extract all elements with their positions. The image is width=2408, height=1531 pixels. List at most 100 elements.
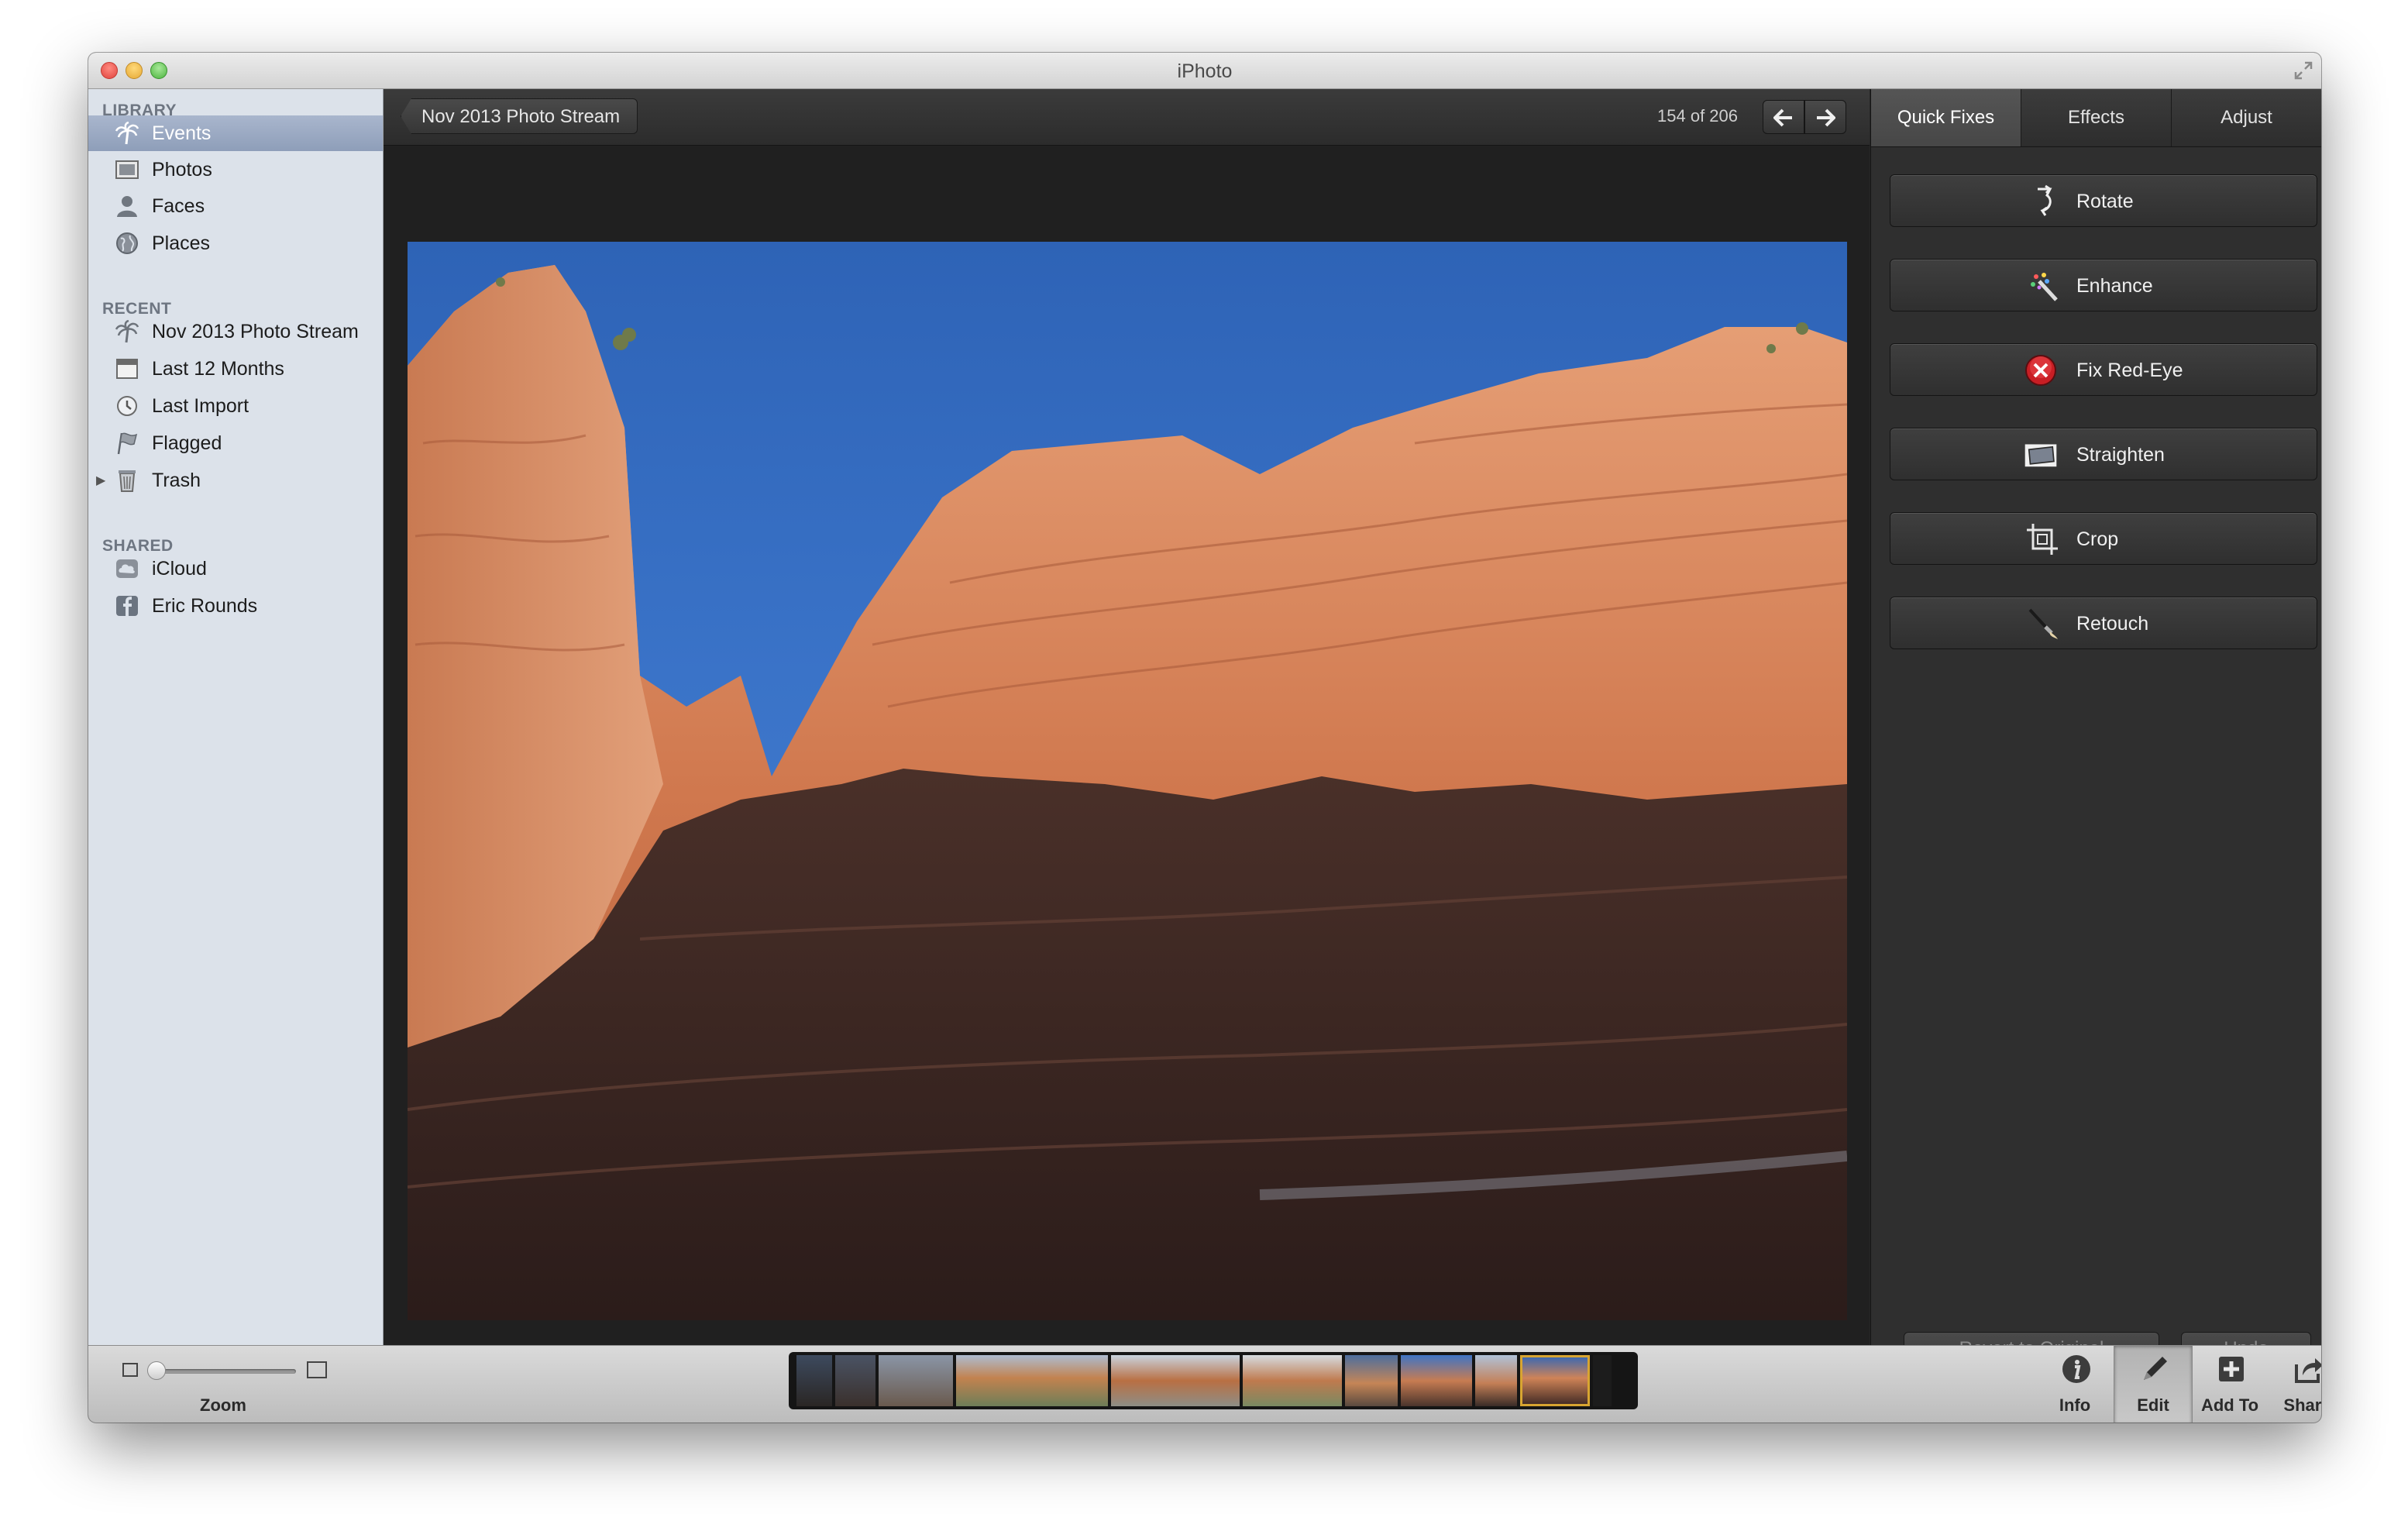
zoom-in-icon[interactable]	[307, 1361, 327, 1378]
sidebar-item-nov-2013-photo-stream[interactable]: Nov 2013 Photo Stream	[88, 314, 383, 349]
filmstrip[interactable]	[789, 1352, 1638, 1409]
edit-button[interactable]: Edit	[2114, 1346, 2193, 1423]
sidebar-item-label: Places	[152, 232, 211, 254]
photo-navigation	[1763, 100, 1846, 134]
window-title: iPhoto	[1177, 60, 1233, 82]
sidebar-item-last-12-months[interactable]: Last 12 Months	[88, 351, 383, 387]
pencil-icon	[2144, 1357, 2167, 1380]
filmstrip-thumbnail[interactable]	[1401, 1355, 1472, 1406]
tab-adjust[interactable]: Adjust	[2172, 89, 2321, 146]
sidebar-item-label: Last 12 Months	[152, 358, 284, 380]
filmstrip-thumbnail[interactable]	[796, 1355, 832, 1406]
arrow-left-icon	[1773, 108, 1792, 127]
trash-icon	[119, 470, 136, 492]
fix-label: Rotate	[2076, 191, 2134, 212]
tab-quick-fixes[interactable]: Quick Fixes	[1871, 89, 2021, 146]
palm-tree-icon	[115, 122, 139, 145]
photo-viewer: Nov 2013 Photo Stream 154 of 206	[384, 89, 1870, 1345]
crop-icon	[2027, 524, 2058, 555]
sidebar-item-label: Flagged	[152, 432, 222, 454]
sidebar-item-places[interactable]: Places	[88, 225, 383, 261]
arrow-right-icon	[1817, 108, 1835, 127]
next-photo-button[interactable]	[1804, 100, 1846, 134]
sidebar-item-label: iCloud	[152, 558, 207, 580]
filmstrip-thumbnail[interactable]	[879, 1355, 953, 1406]
straighten-icon	[2024, 444, 2057, 467]
back-to-event-button[interactable]: Nov 2013 Photo Stream	[401, 98, 638, 134]
sidebar-item-events[interactable]: Events	[88, 115, 383, 151]
brush-icon	[2028, 608, 2058, 639]
sidebar-item-label: Eric Rounds	[152, 595, 258, 617]
clock-icon	[117, 396, 137, 416]
sidebar-item-label: Photos	[152, 159, 212, 181]
crop-button[interactable]: Crop	[1890, 512, 2317, 565]
sidebar-item-label: Faces	[152, 195, 205, 217]
tab-effects[interactable]: Effects	[2021, 89, 2172, 146]
person-icon	[117, 196, 137, 217]
photo-frame-icon	[115, 160, 139, 179]
enhance-button[interactable]: Enhance	[1890, 259, 2317, 311]
info-button[interactable]: Info	[2036, 1346, 2114, 1423]
edit-tabs: Quick Fixes Effects Adjust	[1871, 89, 2321, 147]
filmstrip-thumbnail[interactable]	[1243, 1355, 1342, 1406]
info-label: Info	[2059, 1395, 2091, 1415]
globe-icon	[116, 232, 138, 254]
fix-label: Straighten	[2076, 444, 2165, 466]
sidebar-item-flagged[interactable]: Flagged	[88, 425, 383, 461]
fix-red-eye-button[interactable]: Fix Red-Eye	[1890, 343, 2317, 396]
disclosure-triangle-icon[interactable]: ▶	[96, 473, 105, 488]
info-icon	[2062, 1355, 2090, 1383]
fix-label: Enhance	[2076, 275, 2153, 297]
photo-counter: 154 of 206	[1657, 106, 1738, 126]
share-button[interactable]: Share	[2269, 1346, 2321, 1423]
main-photo[interactable]	[408, 242, 1847, 1320]
share-label: Share	[2283, 1395, 2321, 1415]
sidebar-item-icloud[interactable]: iCloud	[88, 551, 383, 587]
share-icon	[2295, 1358, 2321, 1383]
canyon-cliff-photo	[408, 265, 1847, 1320]
bottom-toolbar: Zoom Info Edit Add To Shar	[88, 1345, 2321, 1423]
straighten-button[interactable]: Straighten	[1890, 428, 2317, 480]
sidebar-item-label: Events	[152, 122, 212, 144]
sidebar-item-trash[interactable]: ▶ Trash	[88, 463, 383, 498]
filmstrip-thumbnail[interactable]	[956, 1355, 1108, 1406]
source-list-sidebar: LIBRARY Events Photos Faces Places RECEN…	[88, 89, 384, 1345]
sidebar-item-photos[interactable]: Photos	[88, 152, 383, 188]
retouch-button[interactable]: Retouch	[1890, 597, 2317, 649]
palm-tree-icon	[115, 320, 139, 343]
cloud-icon	[116, 559, 138, 578]
zoom-slider[interactable]	[153, 1369, 296, 1374]
sidebar-item-last-import[interactable]: Last Import	[88, 388, 383, 424]
filmstrip-thumbnail[interactable]	[1475, 1355, 1517, 1406]
iphoto-window: iPhoto LIBRARY Events Photos Faces Place…	[88, 53, 2321, 1423]
viewer-toolbar: Nov 2013 Photo Stream 154 of 206	[384, 89, 1870, 146]
sidebar-item-label: Trash	[152, 470, 201, 491]
filmstrip-thumbnail[interactable]	[835, 1355, 875, 1406]
zoom-slider-knob[interactable]	[147, 1361, 166, 1380]
title-bar: iPhoto	[88, 53, 2321, 89]
previous-photo-button[interactable]	[1763, 100, 1804, 134]
filmstrip-thumbnail[interactable]	[1111, 1355, 1240, 1406]
sidebar-item-eric-rounds[interactable]: Eric Rounds	[88, 588, 383, 624]
fix-label: Crop	[2076, 528, 2119, 550]
filmstrip-thumbnail-current[interactable]	[1520, 1355, 1590, 1406]
plus-icon	[2219, 1357, 2244, 1381]
sidebar-item-label: Nov 2013 Photo Stream	[152, 321, 359, 342]
zoom-out-icon[interactable]	[122, 1363, 138, 1377]
filmstrip-thumbnail[interactable]	[1345, 1355, 1398, 1406]
filmstrip-thumbnail[interactable]	[1593, 1355, 1612, 1406]
fullscreen-icon[interactable]	[2293, 60, 2313, 81]
add-to-label: Add To	[2200, 1395, 2259, 1415]
edit-panel: Quick Fixes Effects Adjust Rotate Enhanc…	[1870, 89, 2321, 1366]
facebook-icon	[116, 596, 138, 616]
rotate-button[interactable]: Rotate	[1890, 174, 2317, 227]
calendar-icon	[116, 359, 138, 379]
edit-label: Edit	[2137, 1395, 2169, 1415]
rotate-icon	[2038, 184, 2052, 216]
magic-wand-icon	[2031, 273, 2058, 301]
zoom-label: Zoom	[200, 1395, 246, 1415]
sidebar-item-faces[interactable]: Faces	[88, 188, 383, 224]
add-to-button[interactable]: Add To	[2191, 1346, 2269, 1423]
flag-icon	[117, 432, 138, 455]
red-eye-icon	[2025, 355, 2056, 386]
